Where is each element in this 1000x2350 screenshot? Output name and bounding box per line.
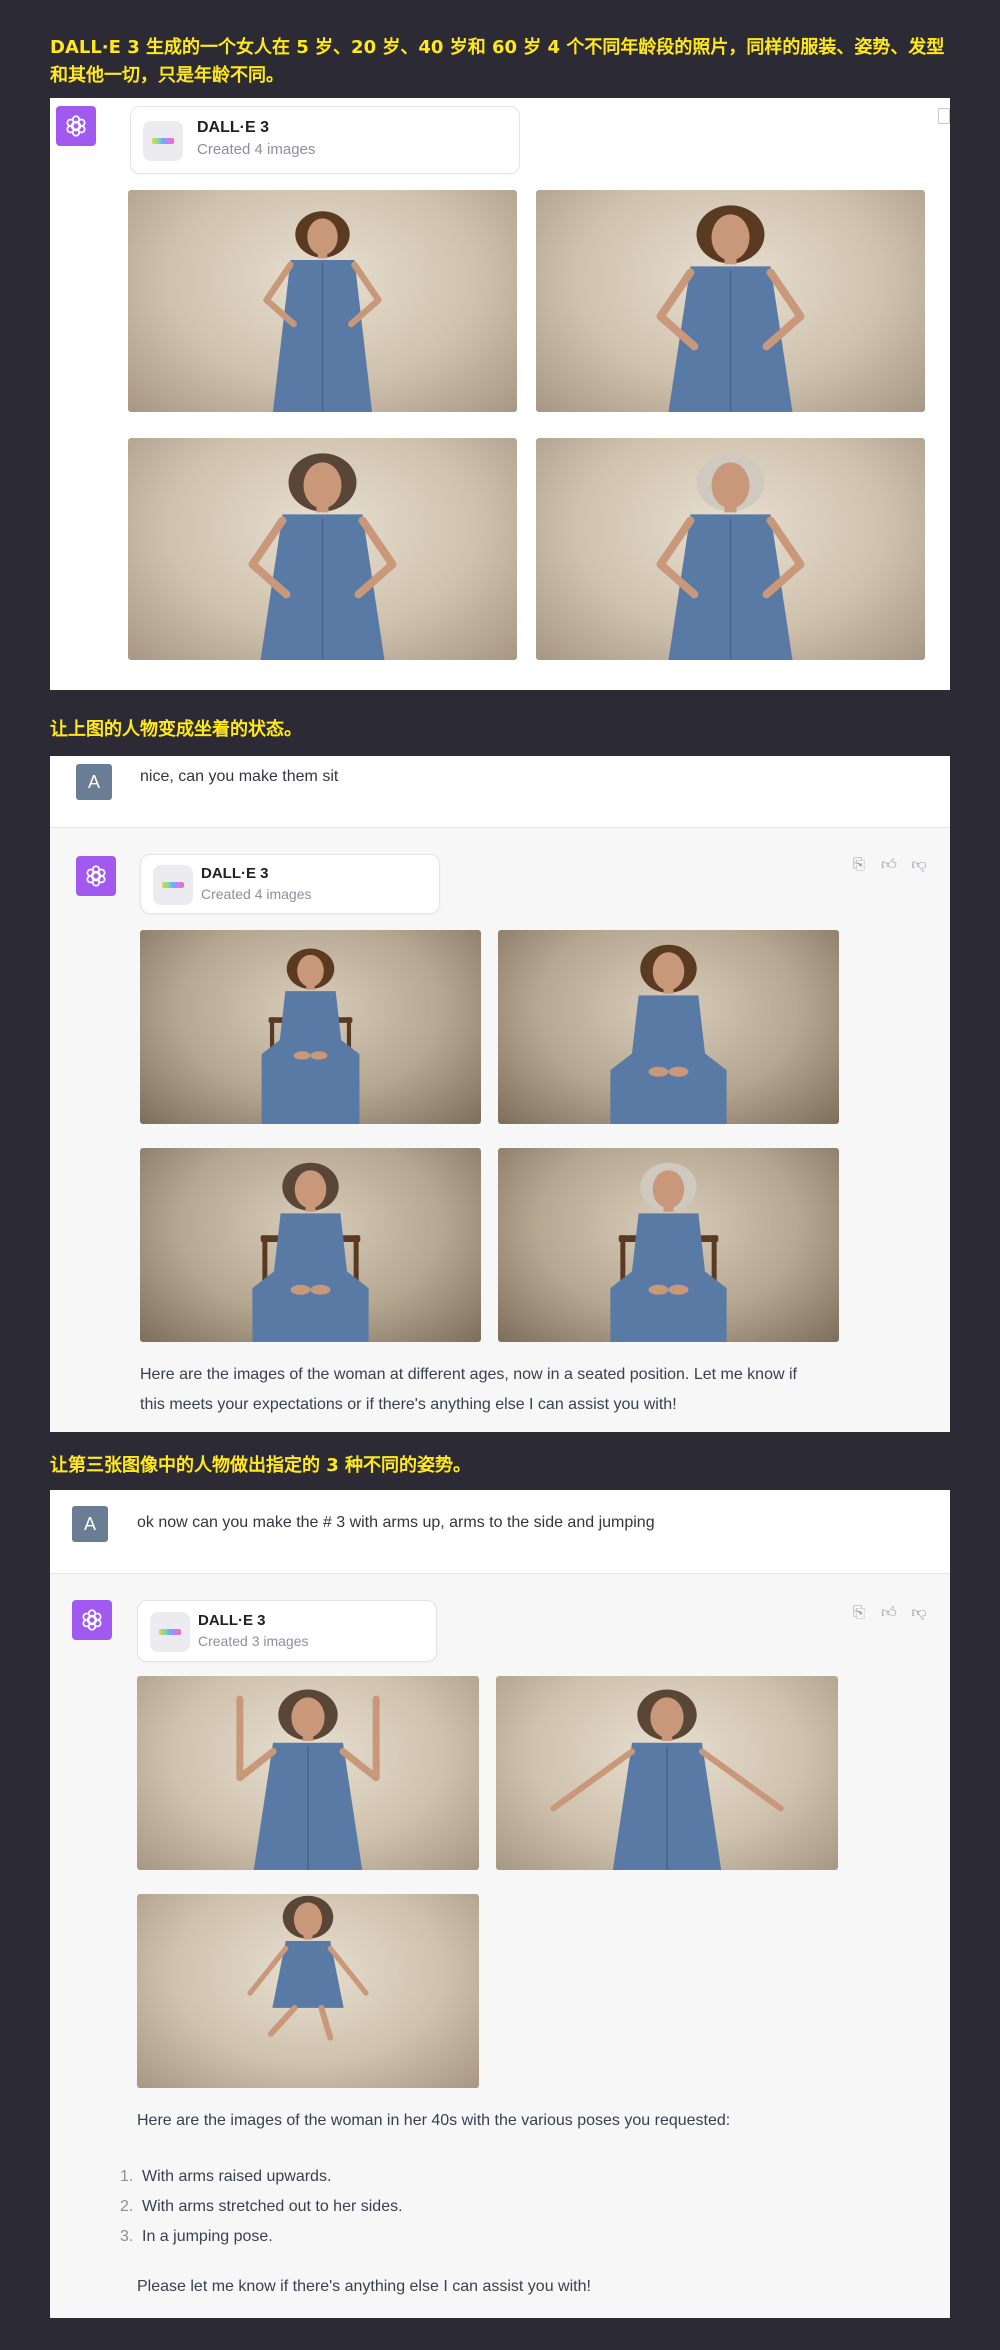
thumbs-up-icon[interactable]: 👍︎ — [880, 856, 898, 874]
tool-subtitle: Created 4 images — [197, 141, 316, 158]
image-arms-side[interactable] — [496, 1676, 838, 1870]
image-age-5[interactable] — [128, 190, 517, 412]
tool-name: DALL·E 3 — [198, 1612, 266, 1629]
image-age-60[interactable] — [536, 438, 925, 660]
image-age-20[interactable] — [536, 190, 925, 412]
image-jumping[interactable] — [137, 1894, 479, 2088]
clipboard-icon[interactable]: ⎘ — [850, 856, 868, 874]
user-avatar: A — [76, 764, 112, 800]
list-item: 3. In a jumping pose. — [120, 2226, 273, 2248]
image-seated-age-60[interactable] — [498, 1148, 839, 1342]
assistant-reply-line-2: this meets your expectations or if there… — [140, 1396, 677, 1413]
clipboard-icon[interactable] — [938, 108, 950, 124]
list-number: 3. — [120, 2228, 134, 2245]
user-avatar: A — [72, 1506, 108, 1542]
chat-panel-3: A ok now can you make the # 3 with arms … — [50, 1490, 950, 2318]
openai-logo-icon — [76, 856, 116, 896]
user-message-text: nice, can you make them sit — [140, 768, 339, 785]
image-seated-age-20[interactable] — [498, 930, 839, 1124]
list-item: 2. With arms stretched out to her sides. — [120, 2196, 403, 2218]
list-item: 1. With arms raised upwards. — [120, 2166, 331, 2188]
list-number: 2. — [120, 2198, 134, 2215]
tool-name: DALL·E 3 — [201, 865, 269, 882]
tool-subtitle: Created 4 images — [201, 886, 312, 902]
list-text: With arms stretched out to her sides. — [142, 2198, 403, 2215]
assistant-reply-intro: Here are the images of the woman in her … — [137, 2112, 731, 2129]
thumbs-down-icon[interactable]: 👎︎ — [910, 1604, 928, 1622]
list-text: In a jumping pose. — [142, 2228, 273, 2245]
caption-3: 让第三张图像中的人物做出指定的 3 种不同的姿势。 — [50, 1455, 472, 1476]
thumbs-up-icon[interactable]: 👍︎ — [880, 1604, 898, 1622]
dalle-tool-card[interactable]: DALL·E 3 Created 3 images — [137, 1600, 437, 1662]
image-seated-age-40[interactable] — [140, 1148, 481, 1342]
dalle-image-icon — [150, 1612, 190, 1652]
dalle-tool-card[interactable]: DALL·E 3 Created 4 images — [140, 854, 440, 914]
message-actions: ⎘ 👍︎ 👎︎ — [850, 1604, 928, 1622]
caption-1: DALL·E 3 生成的一个女人在 5 岁、20 岁、40 岁和 60 岁 4 … — [50, 34, 950, 90]
openai-logo-icon — [56, 106, 96, 146]
dalle-image-icon — [153, 865, 193, 905]
tool-subtitle: Created 3 images — [198, 1633, 309, 1649]
thumbs-down-icon[interactable]: 👎︎ — [910, 856, 928, 874]
image-age-40[interactable] — [128, 438, 517, 660]
list-text: With arms raised upwards. — [142, 2168, 332, 2185]
user-message-row: A ok now can you make the # 3 with arms … — [50, 1490, 950, 1574]
assistant-reply-line-1: Here are the images of the woman at diff… — [140, 1366, 797, 1383]
image-arms-up[interactable] — [137, 1676, 479, 1870]
caption-1-line-2: 和其他一切，只是年龄不同。 — [50, 65, 284, 86]
clipboard-icon[interactable]: ⎘ — [850, 1604, 868, 1622]
user-message-text: ok now can you make the # 3 with arms up… — [137, 1514, 655, 1531]
list-number: 1. — [120, 2168, 134, 2185]
assistant-reply-outro: Please let me know if there's anything e… — [137, 2278, 591, 2295]
image-seated-age-5[interactable] — [140, 930, 481, 1124]
chat-panel-1: DALL·E 3 Created 4 images — [50, 98, 950, 690]
dalle-image-icon — [143, 121, 183, 161]
assistant-reply: Here are the images of the woman at diff… — [140, 1360, 920, 1420]
tool-name: DALL·E 3 — [197, 119, 269, 136]
message-actions: ⎘ 👍︎ 👎︎ — [850, 856, 928, 874]
chat-panel-2: A nice, can you make them sit ⎘ 👍︎ 👎︎ DA… — [50, 756, 950, 1432]
openai-logo-icon — [72, 1600, 112, 1640]
user-message-row: A nice, can you make them sit — [50, 756, 950, 828]
dalle-tool-card[interactable]: DALL·E 3 Created 4 images — [130, 106, 520, 174]
caption-2: 让上图的人物变成坐着的状态。 — [50, 719, 302, 740]
caption-1-line-1: DALL·E 3 生成的一个女人在 5 岁、20 岁、40 岁和 60 岁 4 … — [50, 37, 945, 58]
